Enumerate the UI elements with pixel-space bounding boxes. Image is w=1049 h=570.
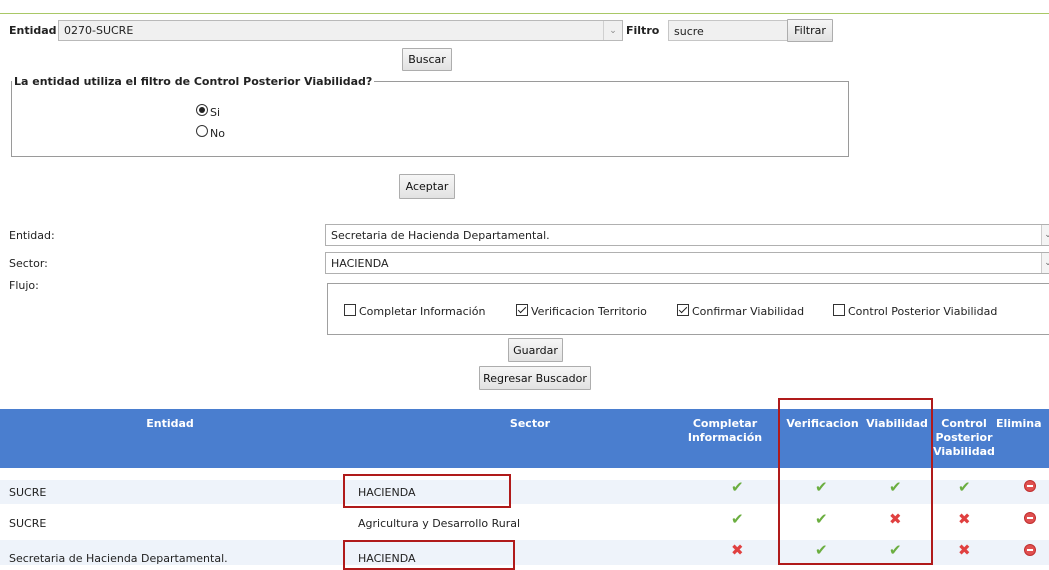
cross-icon: ✖	[731, 541, 744, 559]
checkbox-confirmar[interactable]	[677, 304, 689, 316]
th-control-1: Control	[941, 417, 987, 430]
radio-no[interactable]	[196, 125, 208, 137]
checkbox-confirmar-label: Confirmar Viabilidad	[692, 305, 805, 318]
checkbox-control[interactable]	[833, 304, 845, 316]
entidad-label: Entidad	[9, 24, 57, 37]
chevron-down-icon: ⌄	[603, 21, 622, 40]
checkbox-completar-label: Completar Información	[359, 305, 486, 318]
th-completar-2: Información	[687, 431, 763, 444]
form-entidad-select[interactable]: Secretaria de Hacienda Departamental. ⌄	[325, 224, 1049, 246]
delete-icon[interactable]	[1024, 480, 1036, 492]
form-flujo-label: Flujo:	[9, 279, 39, 292]
form-sector-value: HACIENDA	[331, 257, 389, 270]
control-posterior-fieldset: La entidad utiliza el filtro de Control …	[11, 75, 849, 157]
form-entidad-label: Entidad:	[9, 229, 55, 242]
th-control-3: Viabilidad	[933, 445, 995, 458]
entidad-select-value: 0270-SUCRE	[64, 24, 134, 37]
th-sector: Sector	[509, 417, 551, 430]
filtrar-button[interactable]: Filtrar	[787, 19, 833, 42]
cross-icon: ✖	[958, 510, 971, 528]
highlight-box-row1-sector	[343, 474, 511, 508]
aceptar-button[interactable]: Aceptar	[399, 174, 455, 199]
radio-si-label: Si	[210, 106, 221, 119]
check-icon: ✔	[731, 478, 744, 496]
guardar-button[interactable]: Guardar	[508, 338, 563, 362]
filtro-input[interactable]: sucre	[668, 20, 788, 41]
th-eliminar: Elimina	[996, 417, 1042, 430]
checkbox-control-label: Control Posterior Viabilidad	[848, 305, 998, 318]
row2-sector: Agricultura y Desarrollo Rural	[358, 517, 521, 530]
delete-icon[interactable]	[1024, 544, 1036, 556]
checkbox-verificacion[interactable]	[516, 304, 528, 316]
row3-entidad: Secretaria de Hacienda Departamental.	[9, 552, 228, 565]
entidad-select[interactable]: 0270-SUCRE ⌄	[58, 20, 623, 41]
buscar-button[interactable]: Buscar	[402, 48, 452, 71]
check-icon: ✔	[731, 510, 744, 528]
radio-si[interactable]	[196, 104, 208, 116]
th-entidad: Entidad	[146, 417, 194, 430]
row1-entidad: SUCRE	[9, 486, 47, 499]
chevron-down-icon: ⌄	[1041, 225, 1049, 245]
checkbox-completar[interactable]	[344, 304, 356, 316]
row2-entidad: SUCRE	[9, 517, 47, 530]
form-sector-label: Sector:	[9, 257, 48, 270]
form-sector-select[interactable]: HACIENDA ⌄	[325, 252, 1049, 274]
form-entidad-value: Secretaria de Hacienda Departamental.	[331, 229, 550, 242]
cross-icon: ✖	[958, 541, 971, 559]
highlight-box-row3-sector	[343, 540, 515, 570]
th-control-2: Posterior	[935, 431, 993, 444]
regresar-buscador-button[interactable]: Regresar Buscador	[479, 366, 591, 390]
chevron-down-icon: ⌄	[1041, 253, 1049, 273]
th-completar-1: Completar	[692, 417, 758, 430]
check-icon: ✔	[958, 478, 971, 496]
radio-no-label: No	[210, 127, 225, 140]
filtro-label: Filtro	[626, 24, 660, 37]
top-divider	[0, 13, 1049, 14]
checkbox-verificacion-label: Verificacion Territorio	[531, 305, 647, 318]
control-posterior-legend: La entidad utiliza el filtro de Control …	[14, 75, 373, 88]
highlight-box-verificacion-viabilidad	[778, 398, 933, 565]
delete-icon[interactable]	[1024, 512, 1036, 524]
